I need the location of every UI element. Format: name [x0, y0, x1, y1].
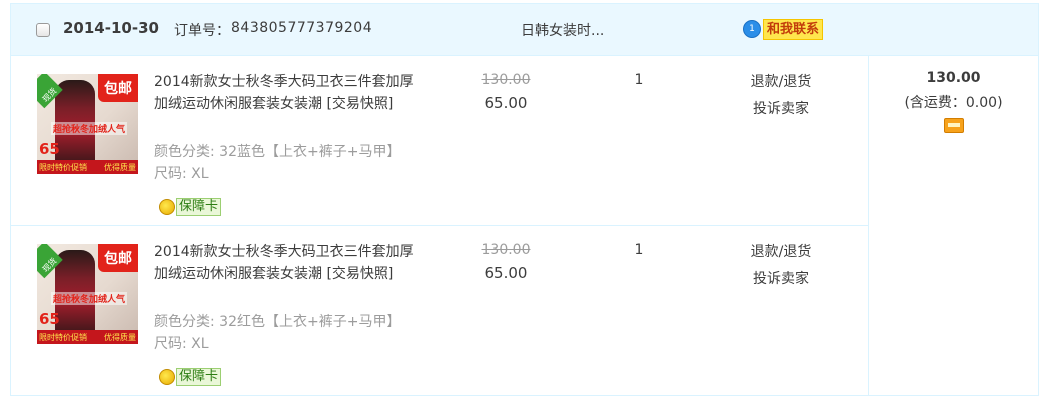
thumb-banner: 限时特价促销 优得质量	[37, 330, 138, 344]
refund-link[interactable]: 退款/退货	[741, 71, 821, 91]
order-item: 现货 包邮 超抢秋冬加绒人气 65 限时特价促销 优得质量 2014新款女士秋冬…	[11, 226, 868, 396]
product-thumbnail[interactable]: 现货 包邮 超抢秋冬加绒人气 65 限时特价促销 优得质量	[37, 74, 138, 174]
complain-seller-link[interactable]: 投诉卖家	[741, 98, 821, 118]
thumb-price: 65	[39, 310, 60, 328]
guarantee-card-link[interactable]: 保障卡	[159, 197, 222, 217]
contact-seller-button[interactable]: 1 和我联系	[743, 18, 824, 40]
thumb-banner: 限时特价促销 优得质量	[37, 160, 138, 174]
refund-link[interactable]: 退款/退货	[741, 241, 821, 261]
guarantee-label: 保障卡	[176, 368, 222, 386]
original-price: 130.00	[481, 72, 531, 88]
order-header: 2014-10-30 订单号： 843805777379204 日韩女装时...…	[11, 4, 1038, 56]
complain-seller-link[interactable]: 投诉卖家	[741, 268, 821, 288]
order-date: 2014-10-30	[63, 19, 159, 37]
product-title-link[interactable]: 2014新款女士秋冬季大码卫衣三件套加厚加绒运动休闲服套装女装潮 [交易快照]	[154, 241, 424, 285]
order-card: 2014-10-30 订单号： 843805777379204 日韩女装时...…	[10, 3, 1039, 396]
thumb-price: 65	[39, 140, 60, 158]
wallet-icon[interactable]	[944, 118, 964, 133]
shipping-fee-note: (含运费：0.00)	[904, 95, 1003, 111]
guarantee-label: 保障卡	[176, 198, 222, 216]
product-color: 颜色分类: 32红色【上衣+裤子+马甲】	[154, 314, 401, 330]
unit-price: 65.00	[484, 264, 528, 282]
product-size: 尺码: XL	[154, 336, 209, 352]
guarantee-card-link[interactable]: 保障卡	[159, 367, 222, 387]
chat-badge-icon: 1	[743, 20, 761, 38]
shop-name-link[interactable]: 日韩女装时...	[521, 20, 604, 40]
free-shipping-tag: 包邮	[98, 244, 138, 272]
order-item: 现货 包邮 超抢秋冬加绒人气 65 限时特价促销 优得质量 2014新款女士秋冬…	[11, 56, 868, 226]
quantity: 1	[634, 72, 644, 88]
order-number: 843805777379204	[231, 20, 373, 36]
guarantee-icon	[159, 199, 175, 215]
product-color: 颜色分类: 32蓝色【上衣+裤子+马甲】	[154, 144, 401, 160]
unit-price: 65.00	[484, 94, 528, 112]
order-items: 现货 包邮 超抢秋冬加绒人气 65 限时特价促销 优得质量 2014新款女士秋冬…	[11, 56, 869, 395]
thumb-slogan: 超抢秋冬加绒人气	[51, 122, 128, 135]
free-shipping-tag: 包邮	[98, 74, 138, 102]
guarantee-icon	[159, 369, 175, 385]
contact-seller-label: 和我联系	[763, 18, 824, 40]
thumb-slogan: 超抢秋冬加绒人气	[51, 292, 128, 305]
original-price: 130.00	[481, 242, 531, 258]
product-size: 尺码: XL	[154, 166, 209, 182]
order-total: 130.00	[926, 70, 981, 86]
quantity: 1	[634, 242, 644, 258]
order-select-checkbox[interactable]	[36, 23, 50, 37]
product-thumbnail[interactable]: 现货 包邮 超抢秋冬加绒人气 65 限时特价促销 优得质量	[37, 244, 138, 344]
order-number-label: 订单号：	[174, 23, 230, 39]
product-title-link[interactable]: 2014新款女士秋冬季大码卫衣三件套加厚加绒运动休闲服套装女装潮 [交易快照]	[154, 71, 424, 115]
order-total-column: 130.00 (含运费：0.00)	[869, 56, 1038, 395]
